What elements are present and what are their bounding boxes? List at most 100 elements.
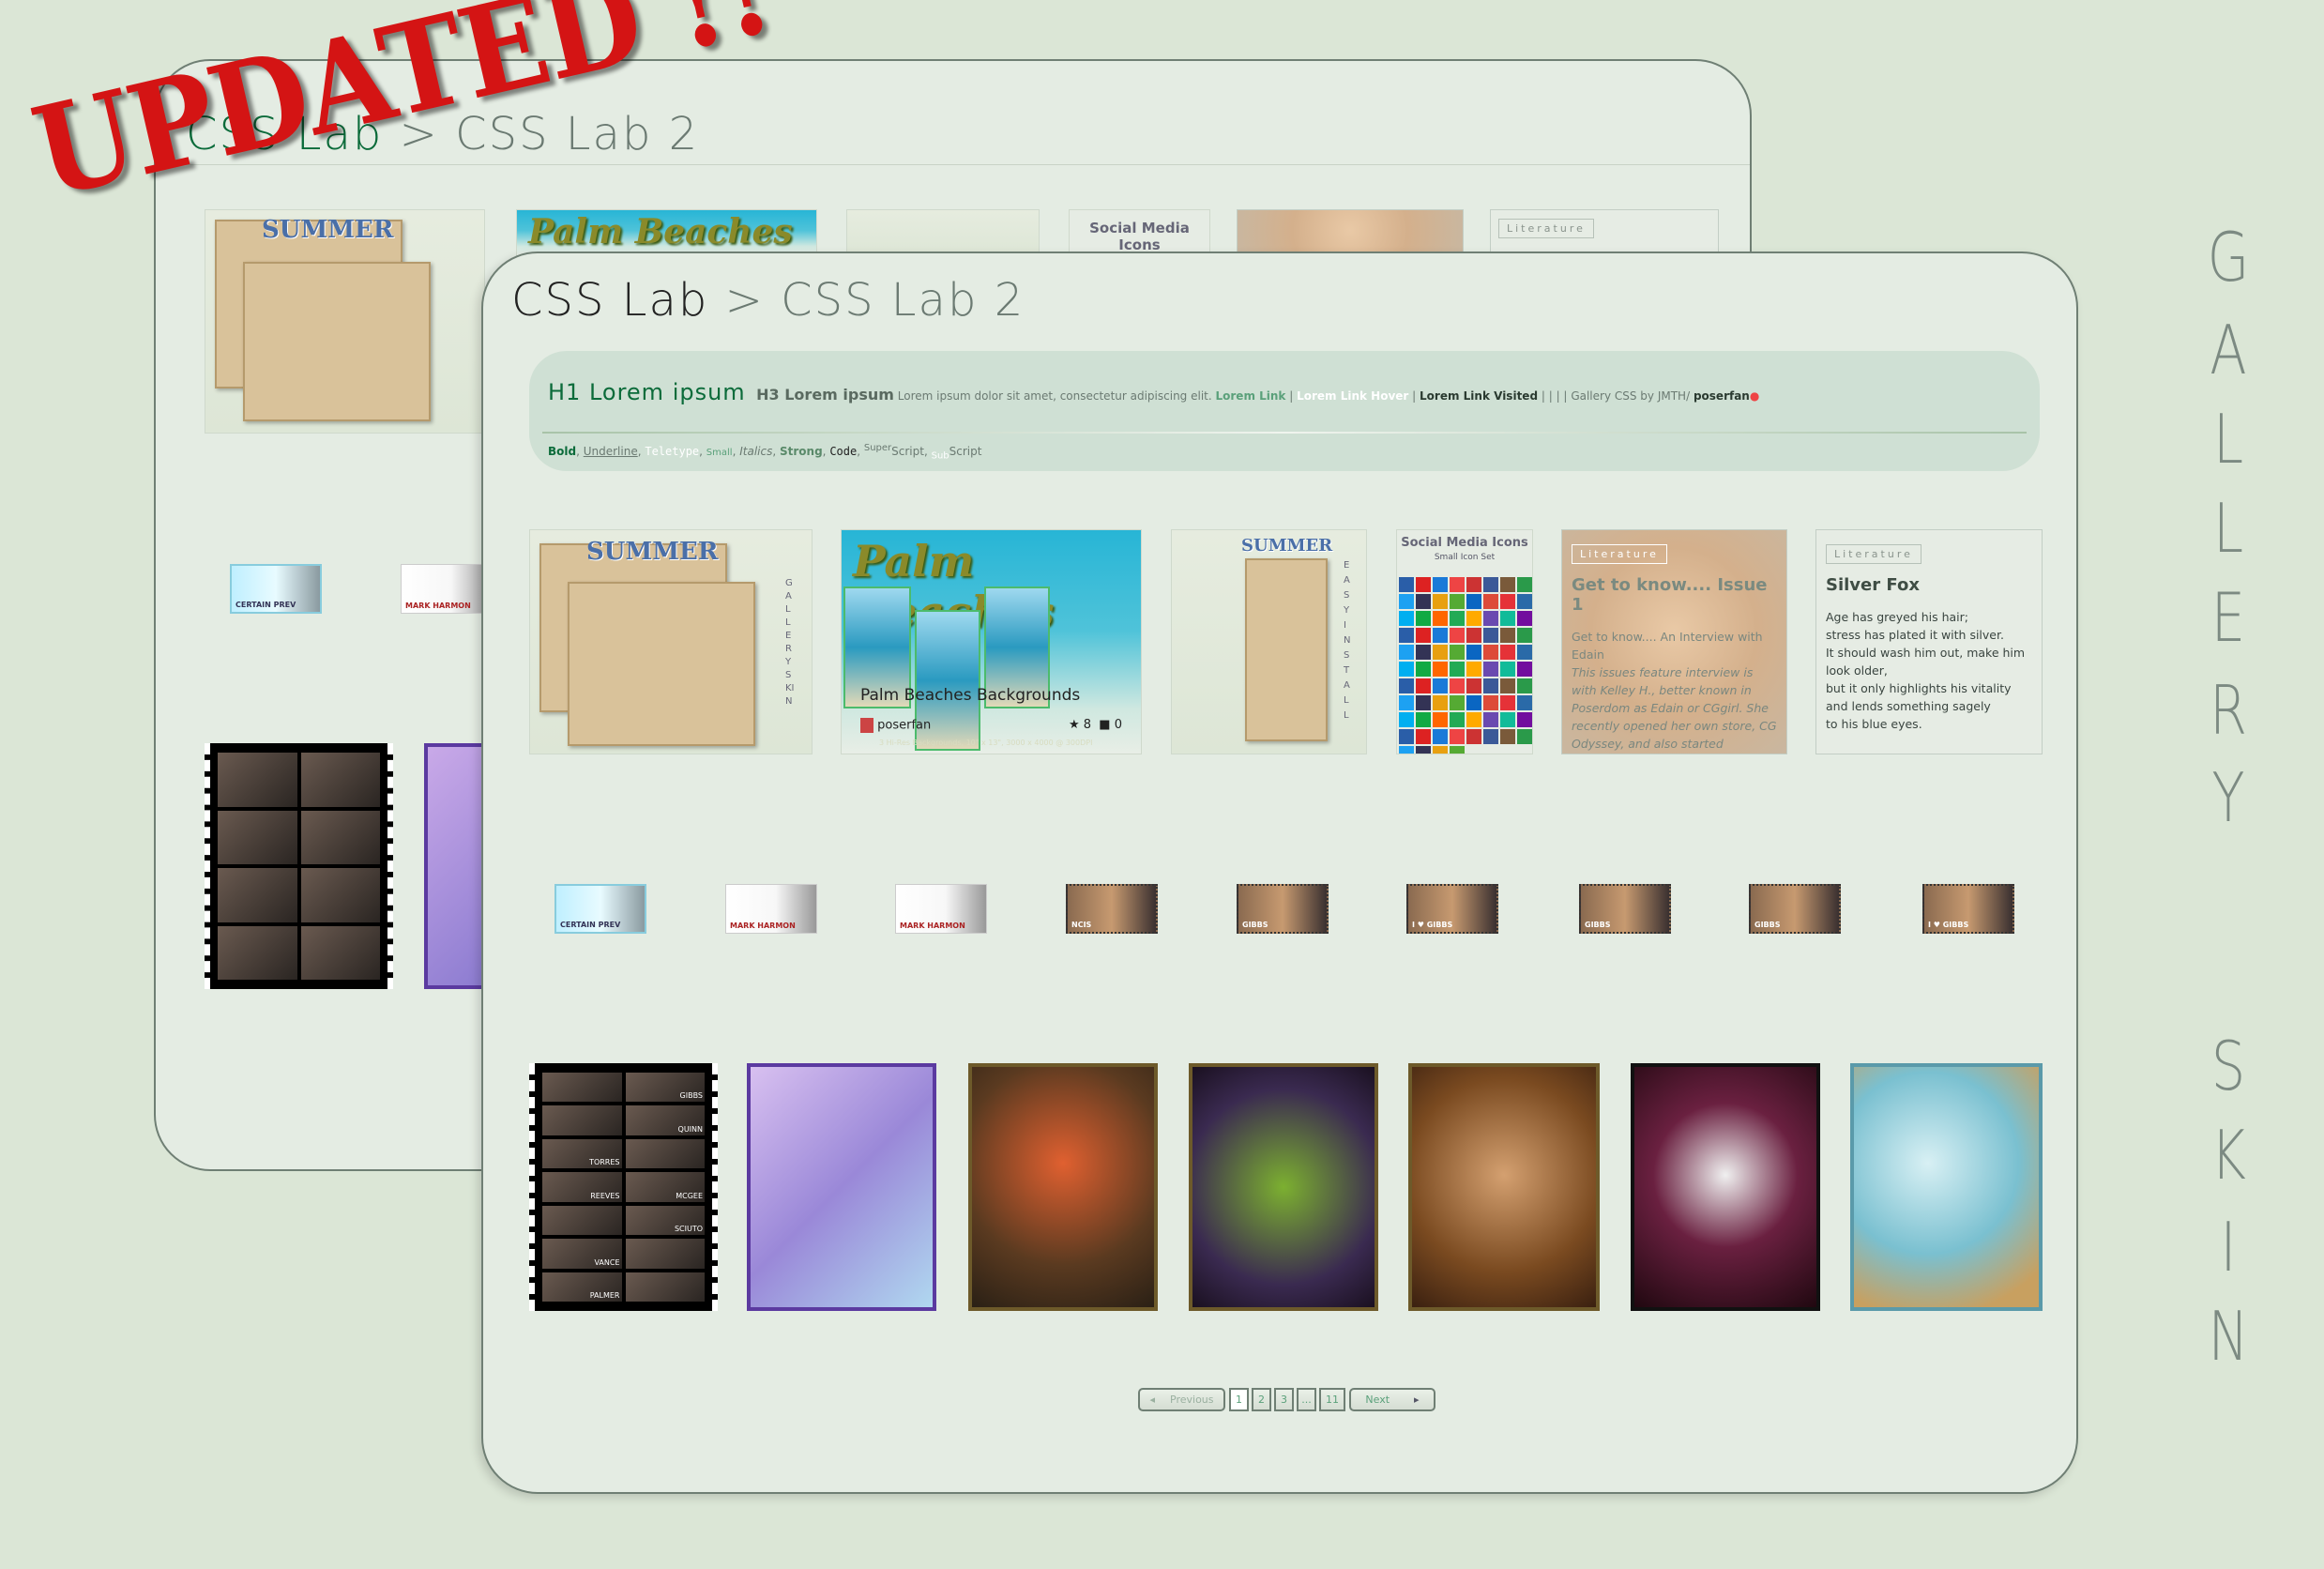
thumb-portrait-art[interactable] xyxy=(1850,1063,2043,1311)
thumb-get-to-know[interactable]: Literature Get to know.... Issue 1 Get t… xyxy=(1561,529,1787,754)
social-icon xyxy=(1483,678,1498,693)
social-icon xyxy=(1500,645,1515,660)
social-icon xyxy=(1500,712,1515,727)
film-frame: PALMER xyxy=(542,1272,622,1302)
social-icon xyxy=(1517,594,1532,609)
stamp[interactable]: MARK HARMON xyxy=(401,564,493,614)
social-icon xyxy=(1500,695,1515,710)
page-ellipsis: ... xyxy=(1297,1388,1316,1411)
stamp-thumb[interactable]: GIBBS xyxy=(1237,884,1329,934)
side-title-letter: N xyxy=(2208,1297,2249,1376)
lorem-link[interactable]: Lorem Link xyxy=(1216,389,1286,403)
stamp-thumb[interactable]: CERTAIN PREV xyxy=(554,884,646,934)
film-frame: VANCE xyxy=(542,1239,622,1269)
thumb-palm-beaches[interactable]: Palm Beaches Palm Beaches Backgrounds po… xyxy=(841,529,1142,754)
breadcrumb-root[interactable]: CSS Lab xyxy=(511,274,708,327)
thumb-silverfox[interactable]: Literature xyxy=(1490,209,1719,256)
stamp[interactable]: CERTAIN PREV xyxy=(230,564,322,614)
social-icon xyxy=(1483,662,1498,677)
thumb-summer[interactable]: SUMMER xyxy=(205,209,485,434)
user-link[interactable]: poserfan xyxy=(1694,389,1750,403)
thumb-ncis-filmstrip[interactable]: GIBBS QUINN TORRES REEVES MCGEE SCIUTO VANCE PA… xyxy=(529,1063,718,1311)
next-button[interactable]: Next ▸ xyxy=(1349,1388,1435,1411)
stamp-thumb[interactable]: MARK HARMON xyxy=(895,884,987,934)
social-icon xyxy=(1466,662,1481,677)
social-icon xyxy=(1466,628,1481,643)
arrow-right-icon: ▸ xyxy=(1414,1394,1420,1406)
film-frame xyxy=(625,1272,705,1302)
previous-button[interactable]: ◂ Previous xyxy=(1138,1388,1225,1411)
thumb-summer-easy-install[interactable]: SUMMER EASY INSTALL xyxy=(1171,529,1367,754)
social-icon xyxy=(1466,712,1481,727)
thumb-umbrella-art[interactable] xyxy=(747,1063,936,1311)
stamp-thumb[interactable]: I ♥ GIBBS xyxy=(1922,884,2014,934)
star-icon: ★ xyxy=(1068,718,1080,732)
thumb-filmstrip[interactable] xyxy=(205,743,393,989)
social-icon xyxy=(1500,678,1515,693)
thumb-social[interactable]: Social Media Icons xyxy=(1069,209,1210,256)
side-title-letter: L xyxy=(2212,400,2244,479)
page-1[interactable]: 1 xyxy=(1229,1388,1249,1411)
stamp-thumb[interactable]: GIBBS xyxy=(1579,884,1671,934)
social-icon xyxy=(1450,729,1465,744)
arrow-left-icon: ◂ xyxy=(1149,1394,1156,1406)
avatar xyxy=(860,718,873,733)
film-frame: MCGEE xyxy=(625,1172,705,1202)
social-icon xyxy=(1399,712,1414,727)
page-2[interactable]: 2 xyxy=(1252,1388,1271,1411)
social-icon xyxy=(1399,746,1414,754)
stamp-thumb[interactable]: MARK HARMON xyxy=(725,884,817,934)
social-icon xyxy=(1483,594,1498,609)
thumb-getknow[interactable] xyxy=(1237,209,1464,256)
social-icon xyxy=(1450,611,1465,626)
stamp-thumb[interactable]: I ♥ GIBBS xyxy=(1406,884,1498,934)
thumb-summer2[interactable] xyxy=(846,209,1040,256)
film-frame xyxy=(625,1239,705,1269)
social-icon xyxy=(1399,729,1414,744)
social-icon xyxy=(1433,746,1448,754)
stamp-thumb[interactable]: GIBBS xyxy=(1749,884,1841,934)
social-icon xyxy=(1450,577,1465,592)
social-icon xyxy=(1450,594,1465,609)
social-icon xyxy=(1517,678,1532,693)
social-icon xyxy=(1466,678,1481,693)
side-title-letter: Y xyxy=(2211,758,2245,837)
social-icon xyxy=(1483,577,1498,592)
social-icon xyxy=(1433,611,1448,626)
style-preview-box: H1 Lorem ipsum H3 Lorem ipsum Lorem ipsu… xyxy=(529,351,2040,471)
social-icon xyxy=(1433,577,1448,592)
social-icon xyxy=(1483,729,1498,744)
page-3[interactable]: 3 xyxy=(1274,1388,1294,1411)
user-link[interactable]: poserfan xyxy=(877,719,931,733)
social-icon xyxy=(1450,662,1465,677)
poem-line: look older, xyxy=(1826,663,1888,678)
poem-line: to his blue eyes. xyxy=(1826,717,1922,731)
social-icon xyxy=(1466,695,1481,710)
thumb-pirate-art[interactable] xyxy=(968,1063,1158,1311)
stamp-thumb[interactable]: NCIS xyxy=(1066,884,1158,934)
social-icon xyxy=(1466,645,1481,660)
social-icon xyxy=(1450,628,1465,643)
thumb-social-media-icons[interactable]: Social Media Icons Small Icon Set xyxy=(1396,529,1533,754)
social-icon xyxy=(1399,577,1414,592)
thumb-black-cat-art[interactable] xyxy=(1631,1063,1820,1311)
social-icon xyxy=(1416,678,1431,693)
social-icon xyxy=(1517,729,1532,744)
side-title-letter: L xyxy=(2212,489,2244,568)
social-icon xyxy=(1466,611,1481,626)
lorem-link-visited[interactable]: Lorem Link Visited xyxy=(1420,389,1538,403)
social-icon xyxy=(1416,712,1431,727)
thumb-silver-fox[interactable]: Literature Silver Fox Age has greyed his… xyxy=(1815,529,2043,754)
page-11[interactable]: 11 xyxy=(1319,1388,1345,1411)
social-icon xyxy=(1433,729,1448,744)
social-icon xyxy=(1399,645,1414,660)
thumb-lara-art[interactable] xyxy=(1408,1063,1600,1311)
social-icon xyxy=(1399,695,1414,710)
thumb-summer-gallery-skin[interactable]: SUMMER GALLERY SKIN xyxy=(529,529,813,754)
thumb-palm[interactable]: Palm Beaches xyxy=(516,209,817,256)
social-icon xyxy=(1416,611,1431,626)
film-frame: SCIUTO xyxy=(625,1205,705,1236)
thumb-she-hulk-art[interactable] xyxy=(1189,1063,1378,1311)
side-title-letter: I xyxy=(2220,1208,2237,1287)
lorem-link-hover[interactable]: Lorem Link Hover xyxy=(1297,389,1408,403)
